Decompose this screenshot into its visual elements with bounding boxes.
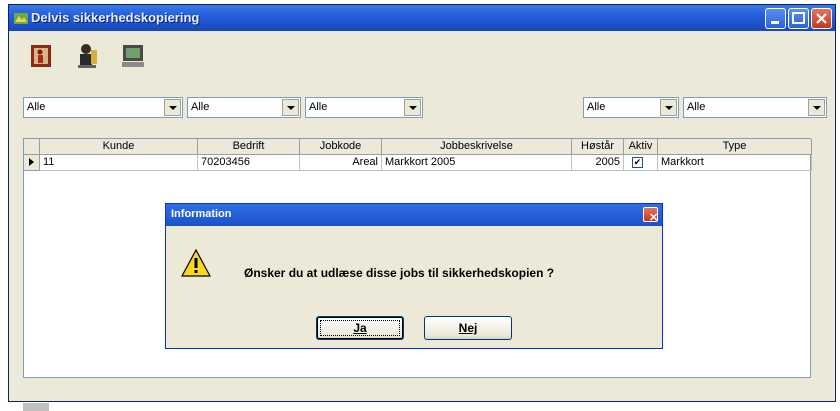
computer-icon — [122, 45, 144, 67]
exit-button[interactable] — [25, 41, 57, 71]
close-icon: ✕ — [649, 212, 659, 224]
chevron-down-icon[interactable] — [808, 99, 825, 116]
column-header-kunde[interactable]: Kunde — [40, 139, 198, 155]
warning-icon — [180, 248, 212, 277]
current-row-indicator[interactable] — [24, 155, 40, 171]
exit-door-icon — [31, 45, 51, 67]
chevron-down-icon[interactable] — [282, 99, 299, 116]
cell-hostar[interactable]: 2005 — [572, 155, 624, 171]
no-button[interactable]: Nej — [424, 316, 512, 340]
window-title: Delvis sikkerhedskopiering — [31, 10, 200, 25]
cell-kunde[interactable]: 11 — [40, 155, 198, 171]
column-header-aktiv[interactable]: Aktiv — [624, 139, 658, 155]
filter-value: Alle — [587, 101, 606, 113]
information-dialog: Information ✕ Ønsker du at udlæse disse … — [165, 203, 663, 349]
column-header-type[interactable]: Type — [658, 139, 812, 155]
filter-value: Alle — [687, 101, 706, 113]
filter-combo-4[interactable]: Alle — [583, 97, 679, 118]
dialog-close-button[interactable]: ✕ — [643, 207, 659, 224]
filter-combo-1[interactable]: Alle — [23, 97, 183, 118]
computer-button[interactable] — [117, 41, 149, 71]
maximize-icon — [792, 12, 805, 24]
column-header-hostar[interactable]: Høstår — [572, 139, 624, 155]
filter-combo-3[interactable]: Alle — [305, 97, 423, 118]
filter-combo-2[interactable]: Alle — [187, 97, 301, 118]
info-button[interactable] — [71, 41, 103, 71]
dialog-title-bar[interactable]: Information ✕ — [166, 204, 662, 226]
aktiv-checkbox[interactable]: ✔ — [632, 157, 643, 168]
filter-value: Alle — [27, 101, 46, 113]
cell-bedrift[interactable]: 70203456 — [198, 155, 300, 171]
chevron-down-icon[interactable] — [660, 99, 677, 116]
person-info-icon — [78, 44, 97, 68]
column-header-jobkode[interactable]: Jobkode — [300, 139, 382, 155]
cell-aktiv[interactable]: ✔ — [624, 155, 658, 171]
row-header-corner — [24, 139, 40, 155]
dialog-message: Ønsker du at udlæse disse jobs til sikke… — [244, 266, 555, 280]
cell-jobkode[interactable]: Areal — [300, 155, 382, 171]
cell-type[interactable]: Markkort — [658, 155, 812, 171]
close-button[interactable] — [811, 8, 832, 29]
column-header-bedrift[interactable]: Bedrift — [198, 139, 300, 155]
close-icon — [816, 13, 827, 24]
yes-button[interactable]: Ja — [316, 316, 404, 340]
cell-jobbeskrivelse[interactable]: Markkort 2005 — [382, 155, 572, 171]
minimize-icon — [771, 21, 779, 24]
chevron-down-icon[interactable] — [404, 99, 421, 116]
minimize-button[interactable] — [765, 8, 786, 29]
chevron-down-icon[interactable] — [164, 99, 181, 116]
column-header-jobbeskrivelse[interactable]: Jobbeskrivelse — [382, 139, 572, 155]
app-icon — [14, 13, 28, 24]
dialog-title: Information — [171, 208, 232, 220]
filter-value: Alle — [191, 101, 210, 113]
filter-combo-5[interactable]: Alle — [683, 97, 827, 118]
maximize-button[interactable] — [788, 8, 809, 29]
filter-value: Alle — [309, 101, 328, 113]
title-bar[interactable]: Delvis sikkerhedskopiering — [9, 5, 835, 31]
